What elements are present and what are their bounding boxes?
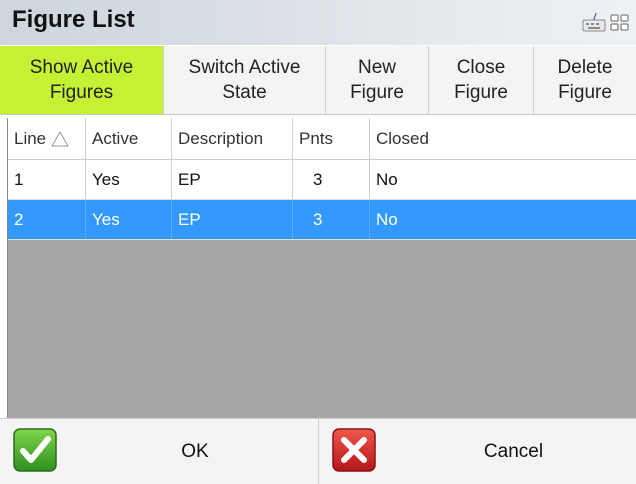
close-figure-label: Close Figure [454,57,508,103]
show-active-figures-button[interactable]: Show Active Figures [0,46,164,114]
toolbar: Show Active Figures Switch Active State … [0,46,636,115]
column-header-line-label: Line [14,128,47,148]
column-header-pnts[interactable]: Pnts [293,118,370,159]
ok-button[interactable]: OK [0,419,318,484]
column-header-description[interactable]: Description [172,118,293,159]
window-mode-icon[interactable] [608,10,632,34]
x-close-icon [332,428,376,472]
cell-line: 1 [8,160,86,199]
cell-closed: No [376,209,398,229]
new-figure-button[interactable]: New Figure [326,46,429,114]
cancel-button[interactable]: Cancel [318,419,636,484]
keyboard-icon[interactable] [582,10,606,34]
cancel-label: Cancel [483,440,544,462]
cell-closed: No [376,169,398,189]
cell-active: Yes [86,160,172,199]
cell-description: EP [172,160,293,199]
ok-label: OK [181,440,209,462]
cell-pnts: 3 [293,200,370,239]
new-figure-label: New Figure [350,57,404,103]
column-header-closed[interactable]: Closed [370,118,636,159]
table-row-selected[interactable]: 2 Yes EP 3 No [8,200,636,240]
table-row[interactable]: 1 Yes EP 3 No [8,160,636,200]
column-header-line[interactable]: Line [8,118,86,159]
window-title: Figure List [12,6,135,33]
cell-description: EP [172,200,293,239]
cell-pnts: 3 [293,160,370,199]
column-header-active[interactable]: Active [86,118,172,159]
delete-figure-button[interactable]: Delete Figure [534,46,636,114]
table-header: Line Active Description Pnts Closed [8,118,636,160]
switch-active-state-label: Switch Active State [188,57,301,103]
delete-figure-label: Delete Figure [557,57,613,103]
switch-active-state-button[interactable]: Switch Active State [164,46,326,114]
cell-active: Yes [86,200,172,239]
figure-table: Line Active Description Pnts Closed 1 Ye… [7,118,636,418]
dialog-footer: OK Cancel [0,418,636,484]
title-bar: Figure List [0,0,636,45]
title-bar-icons [582,10,632,34]
show-active-figures-label: Show Active Figures [29,57,134,103]
close-figure-button[interactable]: Close Figure [429,46,534,114]
sort-ascending-icon [51,130,70,146]
cell-line: 2 [8,200,86,239]
checkmark-icon [13,428,57,472]
